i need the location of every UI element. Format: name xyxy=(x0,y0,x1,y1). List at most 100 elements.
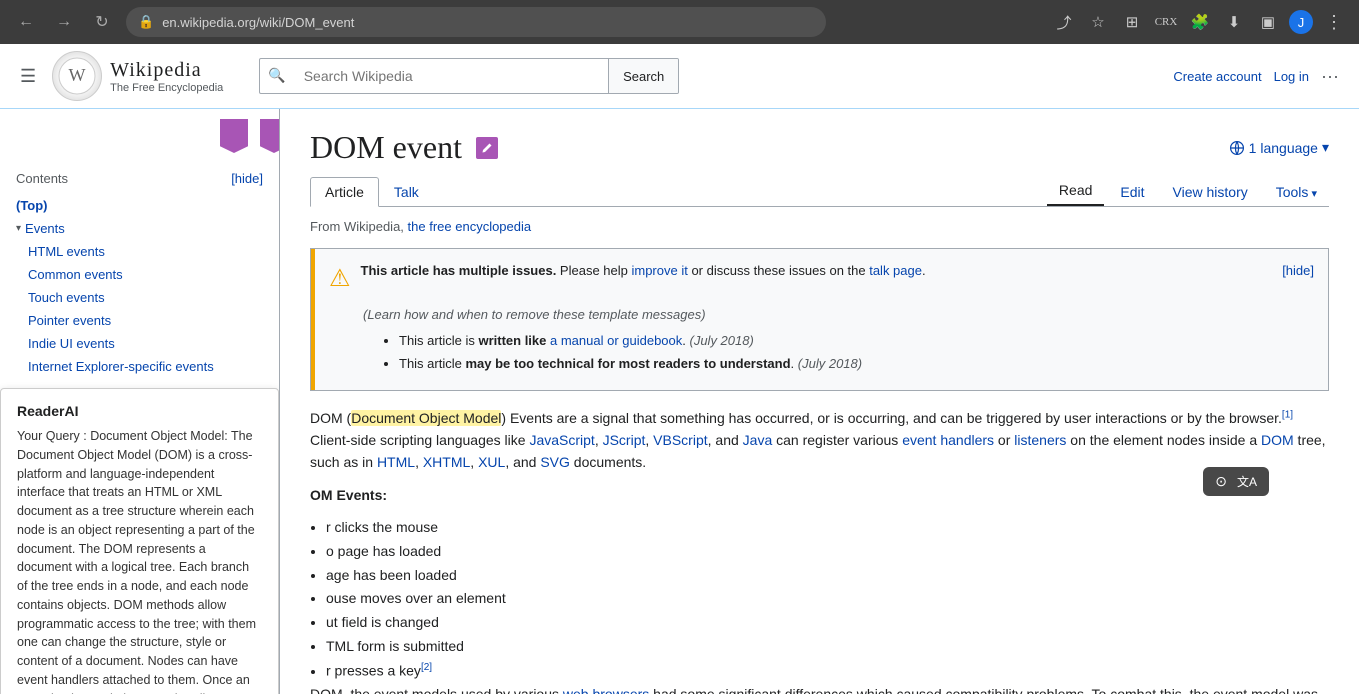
events-section-intro: OM Events: xyxy=(310,484,1329,506)
warning-bold-2: may be too technical for most readers to… xyxy=(465,356,790,371)
warning-icon: ⚠ xyxy=(329,261,351,297)
toc-item-ie-events[interactable]: Internet Explorer-specific events xyxy=(0,355,279,378)
tab-read[interactable]: Read xyxy=(1047,176,1104,206)
browser-tools: ⤴ ☆ ⊞ CRX 🧩 ⬇ ▣ J ⋮ xyxy=(1051,9,1347,35)
bookmark-icons xyxy=(220,119,280,153)
tab-talk[interactable]: Talk xyxy=(379,177,434,207)
menu-icon[interactable]: ⋮ xyxy=(1321,9,1347,35)
html-link[interactable]: HTML xyxy=(377,454,415,470)
download-icon[interactable]: ⬇ xyxy=(1221,9,1247,35)
toc-item-top[interactable]: (Top) xyxy=(0,194,279,217)
listeners-link[interactable]: listeners xyxy=(1014,432,1066,448)
toc-pointer-events-link[interactable]: Pointer events xyxy=(28,313,111,328)
compat-paragraph: DOM, the event models used by various we… xyxy=(310,683,1329,694)
grid-icon[interactable]: ⊞ xyxy=(1119,9,1145,35)
bookmark-area xyxy=(0,119,279,159)
toc-html-events-link[interactable]: HTML events xyxy=(28,244,105,259)
event-item-4: ouse moves over an element xyxy=(326,587,1329,611)
bookmark-icon-2[interactable] xyxy=(260,119,280,153)
wiki-logo-title: Wikipedia xyxy=(110,59,223,82)
edit-title-icon[interactable] xyxy=(476,137,498,159)
tab-tools[interactable]: Tools xyxy=(1264,178,1329,206)
wiki-body: Contents [hide] (Top) ▾ Events HTML even… xyxy=(0,109,1359,694)
puzzle-icon[interactable]: 🧩 xyxy=(1187,9,1213,35)
xul-link[interactable]: XUL xyxy=(478,454,505,470)
reader-ai-popup: ReaderAI Your Query : Document Object Mo… xyxy=(0,388,279,694)
toc-touch-events-link[interactable]: Touch events xyxy=(28,290,105,305)
wiki-search-button[interactable]: Search xyxy=(608,59,678,93)
web-browsers-link[interactable]: web browsers xyxy=(563,686,649,694)
improve-link[interactable]: improve it xyxy=(631,263,687,278)
more-options-icon[interactable]: ··· xyxy=(1321,66,1339,87)
toc-item-touch-events[interactable]: Touch events xyxy=(0,286,279,309)
language-chevron-icon: ▾ xyxy=(1322,139,1329,156)
tab-article[interactable]: Article xyxy=(310,177,379,207)
toc-item-html-events[interactable]: HTML events xyxy=(0,240,279,263)
intro-paragraph: DOM (Document Object Model) Events are a… xyxy=(310,407,1329,474)
manual-guidebook-link[interactable]: a manual or guidebook xyxy=(550,333,682,348)
wiki-logo-subtitle: The Free Encyclopedia xyxy=(110,82,223,94)
wiki-menu-button[interactable]: ☰ xyxy=(20,66,36,87)
toc-item-common-events[interactable]: Common events xyxy=(0,263,279,286)
translate-tool-button[interactable]: 文A xyxy=(1233,471,1261,492)
page-title: DOM event xyxy=(310,129,462,166)
warning-hide-link[interactable]: [hide] xyxy=(1282,261,1314,281)
ref-1[interactable]: [1] xyxy=(1282,409,1293,420)
toc-events-link[interactable]: Events xyxy=(25,221,65,236)
ref-2[interactable]: [2] xyxy=(421,662,432,673)
java-link[interactable]: Java xyxy=(743,432,773,448)
warning-text: This article has multiple issues. Please… xyxy=(361,261,1273,281)
wiki-search-input[interactable] xyxy=(294,59,608,93)
vbscript-link[interactable]: VBScript xyxy=(653,432,707,448)
reload-button[interactable]: ↻ xyxy=(88,8,116,36)
article-tabs: Article Talk Read Edit View history Tool… xyxy=(310,176,1329,207)
profile-avatar[interactable]: J xyxy=(1289,10,1313,34)
toc-item-events[interactable]: ▾ Events xyxy=(0,217,279,240)
tab-edit[interactable]: Edit xyxy=(1108,178,1156,206)
star-icon[interactable]: ☆ xyxy=(1085,9,1111,35)
event-item-7: r presses a key[2] xyxy=(326,659,1329,683)
toc-hide-link[interactable]: [hide] xyxy=(231,171,263,186)
article-tabs-right: Read Edit View history Tools xyxy=(1047,176,1329,206)
wiki-content-area: DOM event 1 language ▾ Article Talk xyxy=(280,109,1359,694)
toc-top-link[interactable]: (Top) xyxy=(16,198,48,213)
warning-box: ⚠ This article has multiple issues. Plea… xyxy=(310,248,1329,391)
language-button[interactable]: 1 language ▾ xyxy=(1229,139,1329,156)
back-button[interactable]: ← xyxy=(12,8,40,36)
address-bar[interactable]: 🔒 en.wikipedia.org/wiki/DOM_event xyxy=(126,7,826,37)
toc-item-pointer-events[interactable]: Pointer events xyxy=(0,309,279,332)
wiki-logo-text: Wikipedia The Free Encyclopedia xyxy=(110,59,223,94)
event-item-2: o page has loaded xyxy=(326,540,1329,564)
warning-item-2: This article may be too technical for mo… xyxy=(399,354,1314,374)
camera-tool-button[interactable]: ⊙ xyxy=(1211,471,1231,492)
forward-button[interactable]: → xyxy=(50,8,78,36)
jscript-link[interactable]: JScript xyxy=(603,432,646,448)
extension-icon[interactable]: CRX xyxy=(1153,9,1179,35)
event-handlers-link[interactable]: event handlers xyxy=(902,432,994,448)
share-icon[interactable]: ⤴ xyxy=(1051,9,1077,35)
free-encyclopedia-link[interactable]: the free encyclopedia xyxy=(408,219,532,234)
toc-common-events-link[interactable]: Common events xyxy=(28,267,123,282)
toc-ie-events-link[interactable]: Internet Explorer-specific events xyxy=(28,359,214,374)
event-item-5: ut field is changed xyxy=(326,611,1329,635)
language-count: 1 language xyxy=(1249,140,1318,156)
tab-view-history[interactable]: View history xyxy=(1161,178,1260,206)
svg-link[interactable]: SVG xyxy=(540,454,570,470)
xhtml-link[interactable]: XHTML xyxy=(423,454,470,470)
chevron-down-icon: ▾ xyxy=(16,223,21,234)
warning-content: ⚠ This article has multiple issues. Plea… xyxy=(315,249,1328,390)
talk-page-link[interactable]: talk page xyxy=(869,263,922,278)
layout-icon[interactable]: ▣ xyxy=(1255,9,1281,35)
bookmark-icon-1[interactable] xyxy=(220,119,248,153)
warning-title-bold: This article has multiple issues. xyxy=(361,263,557,278)
toc-indie-ui-link[interactable]: Indie UI events xyxy=(28,336,115,351)
create-account-link[interactable]: Create account xyxy=(1173,69,1261,84)
warning-italic-text: (Learn how and when to remove these temp… xyxy=(363,307,706,322)
javascript-link[interactable]: JavaScript xyxy=(529,432,594,448)
log-in-link[interactable]: Log in xyxy=(1274,69,1309,84)
warning-bold-1: written like xyxy=(478,333,550,348)
dom-link[interactable]: DOM xyxy=(1261,432,1294,448)
toc-item-indie-ui[interactable]: Indie UI events xyxy=(0,332,279,355)
wiki-logo[interactable]: W Wikipedia The Free Encyclopedia xyxy=(52,51,223,101)
event-item-1: r clicks the mouse xyxy=(326,516,1329,540)
